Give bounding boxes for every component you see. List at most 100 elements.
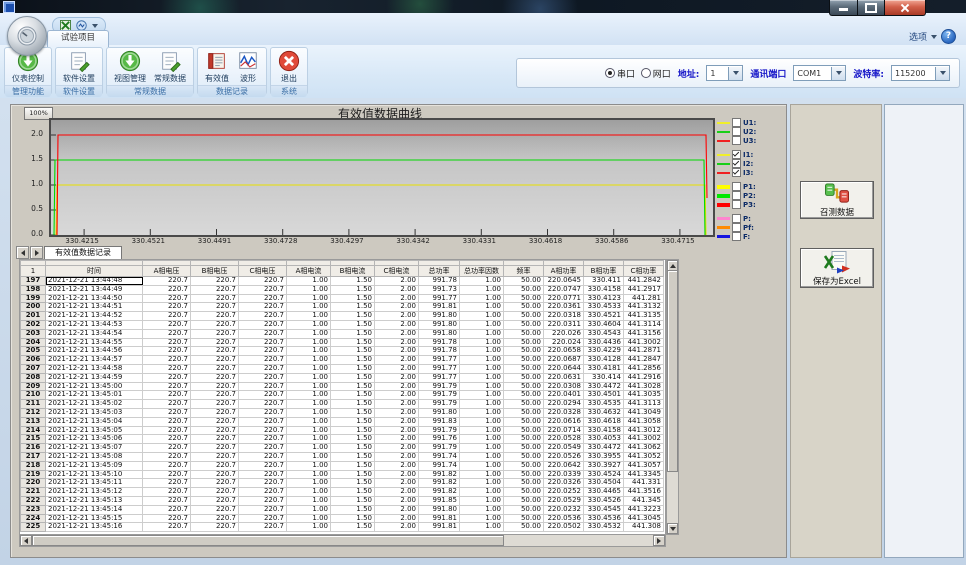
address-dropdown[interactable]: 1 (706, 65, 743, 81)
column-header-0[interactable]: 时间 (46, 266, 143, 277)
cell[interactable]: 991.80 (419, 320, 460, 329)
row-number[interactable]: 210 (21, 391, 46, 400)
cell[interactable]: 1.00 (287, 523, 331, 532)
cell[interactable]: 220.0644 (544, 364, 584, 373)
baud-rate-dropdown[interactable]: 115200 (891, 65, 950, 81)
cell[interactable]: 1.50 (331, 364, 375, 373)
vertical-scroll-thumb[interactable] (667, 270, 678, 472)
cell[interactable]: 50.00 (504, 400, 544, 409)
legend-checkbox-u2[interactable] (732, 127, 741, 136)
cell[interactable]: 220.0645 (544, 277, 584, 286)
cell[interactable]: 1.00 (460, 444, 504, 453)
cell[interactable]: 441.3012 (624, 426, 664, 435)
cell[interactable]: 220.7 (143, 479, 191, 488)
cell[interactable]: 220.7 (143, 294, 191, 303)
cell[interactable]: 1.50 (331, 461, 375, 470)
cell[interactable]: 220.7 (239, 373, 287, 382)
application-menu-orb[interactable] (7, 16, 47, 56)
cell[interactable]: 1.50 (331, 285, 375, 294)
cell[interactable]: 220.0294 (544, 400, 584, 409)
cell[interactable]: 220.7 (191, 514, 239, 523)
cell[interactable]: 1.00 (287, 435, 331, 444)
cell[interactable]: 2.00 (375, 523, 419, 532)
cell[interactable]: 1.00 (460, 496, 504, 505)
cell[interactable]: 991.77 (419, 373, 460, 382)
cell[interactable]: 1.00 (287, 338, 331, 347)
cell[interactable]: 220.7 (191, 294, 239, 303)
cell[interactable]: 441.345 (624, 496, 664, 505)
cell[interactable]: 1.00 (460, 320, 504, 329)
sheet-tab-prev-button[interactable] (16, 246, 29, 259)
cell[interactable]: 1.50 (331, 373, 375, 382)
cell[interactable]: 1.50 (331, 356, 375, 365)
cell[interactable]: 991.78 (419, 277, 460, 286)
cell[interactable]: 50.00 (504, 277, 544, 286)
cell[interactable]: 991.73 (419, 285, 460, 294)
cell[interactable]: 1.50 (331, 329, 375, 338)
cell[interactable]: 1.00 (287, 364, 331, 373)
ribbon-button-regular-data[interactable]: 常规数据 (150, 49, 190, 85)
horizontal-scrollbar[interactable] (19, 534, 666, 547)
cell[interactable]: 2.00 (375, 338, 419, 347)
cell[interactable]: 1.00 (287, 496, 331, 505)
cell[interactable]: 220.0747 (544, 285, 584, 294)
cell[interactable]: 220.7 (191, 364, 239, 373)
cell[interactable]: 220.7 (191, 382, 239, 391)
row-number[interactable]: 202 (21, 320, 46, 329)
column-header-5[interactable]: B相电流 (331, 266, 375, 277)
row-number[interactable]: 199 (21, 294, 46, 303)
cell[interactable]: 1.50 (331, 514, 375, 523)
cell[interactable]: 2.00 (375, 294, 419, 303)
cell[interactable]: 330.4524 (584, 470, 624, 479)
time-cell[interactable]: 2021-12-21 13:45:02 (46, 400, 143, 409)
cell[interactable]: 220.0361 (544, 303, 584, 312)
cell[interactable]: 2.00 (375, 347, 419, 356)
cell[interactable]: 441.2847 (624, 356, 664, 365)
cell[interactable]: 991.77 (419, 356, 460, 365)
close-button[interactable] (884, 0, 926, 16)
cell[interactable]: 1.50 (331, 277, 375, 286)
cell[interactable]: 1.50 (331, 391, 375, 400)
grid-corner-header[interactable]: 1 (21, 266, 46, 277)
legend-checkbox-u3[interactable] (732, 136, 741, 145)
row-number[interactable]: 198 (21, 285, 46, 294)
cell[interactable]: 220.7 (143, 391, 191, 400)
cell[interactable]: 1.50 (331, 382, 375, 391)
comm-port-dropdown-icon[interactable] (831, 67, 845, 80)
cell[interactable]: 220.7 (143, 320, 191, 329)
time-cell[interactable]: 2021-12-21 13:44:57 (46, 356, 143, 365)
cell[interactable]: 1.00 (460, 470, 504, 479)
row-number[interactable]: 209 (21, 382, 46, 391)
cell[interactable]: 991.79 (419, 444, 460, 453)
cell[interactable]: 1.50 (331, 338, 375, 347)
help-icon[interactable]: ? (941, 29, 956, 44)
cell[interactable]: 220.7 (239, 391, 287, 400)
cell[interactable]: 220.0658 (544, 347, 584, 356)
cell[interactable]: 330.4501 (584, 391, 624, 400)
cell[interactable]: 1.00 (460, 312, 504, 321)
cell[interactable]: 2.00 (375, 505, 419, 514)
sheet-tab-next-button[interactable] (30, 246, 43, 259)
cell[interactable]: 991.83 (419, 417, 460, 426)
legend-checkbox-i3[interactable] (732, 168, 741, 177)
recall-data-button[interactable]: 召测数据 (800, 181, 874, 219)
cell[interactable]: 1.00 (287, 505, 331, 514)
cell[interactable]: 2.00 (375, 514, 419, 523)
cell[interactable]: 1.00 (287, 303, 331, 312)
cell[interactable]: 1.00 (460, 356, 504, 365)
cell[interactable]: 2.00 (375, 452, 419, 461)
cell[interactable]: 991.79 (419, 391, 460, 400)
time-cell[interactable]: 2021-12-21 13:44:55 (46, 338, 143, 347)
cell[interactable]: 50.00 (504, 329, 544, 338)
cell[interactable]: 50.00 (504, 461, 544, 470)
ribbon-button-waveform[interactable]: 波形 (233, 49, 263, 85)
cell[interactable]: 1.50 (331, 452, 375, 461)
cell[interactable]: 1.00 (287, 356, 331, 365)
cell[interactable]: 441.3062 (624, 444, 664, 453)
cell[interactable]: 50.00 (504, 391, 544, 400)
cell[interactable]: 330.4532 (584, 523, 624, 532)
comm-port-dropdown[interactable]: COM1 (793, 65, 846, 81)
cell[interactable]: 50.00 (504, 470, 544, 479)
cell[interactable]: 220.7 (191, 400, 239, 409)
cell[interactable]: 220.7 (239, 294, 287, 303)
